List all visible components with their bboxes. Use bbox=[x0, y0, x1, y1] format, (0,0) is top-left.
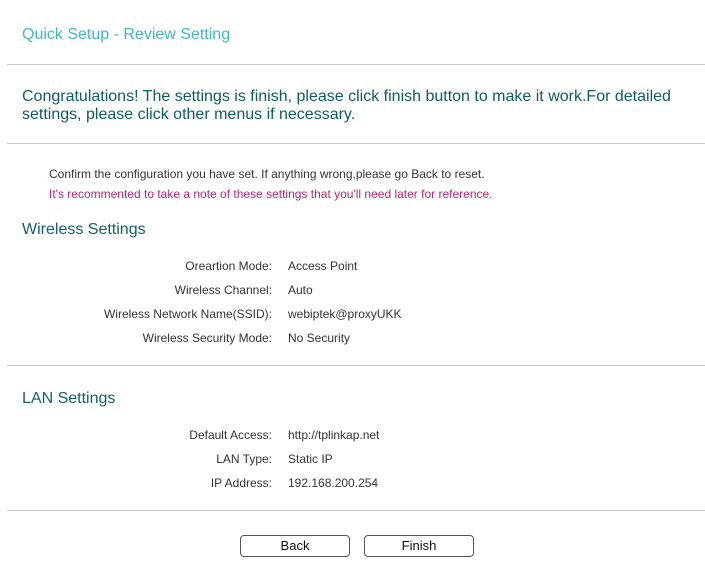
setting-row-security-mode: Wireless Security Mode: No Security bbox=[0, 331, 705, 349]
setting-row-default-access: Default Access: http://tplinkap.net bbox=[0, 428, 705, 446]
confirm-note: Confirm the configuration you have set. … bbox=[49, 167, 485, 181]
setting-row-ssid: Wireless Network Name(SSID): webiptek@pr… bbox=[0, 307, 705, 325]
setting-label: Wireless Security Mode: bbox=[142, 331, 272, 345]
setting-label: Wireless Network Name(SSID): bbox=[103, 307, 272, 321]
finish-button[interactable]: Finish bbox=[364, 535, 474, 557]
lan-settings-title: LAN Settings bbox=[22, 390, 116, 407]
setting-value: Auto bbox=[288, 283, 313, 297]
setting-row-operation-mode: Oreartion Mode: Access Point bbox=[0, 259, 705, 277]
wireless-settings-title: Wireless Settings bbox=[22, 221, 146, 238]
wireless-divider bbox=[7, 365, 705, 366]
lan-divider bbox=[7, 510, 705, 511]
setting-label: Oreartion Mode: bbox=[185, 259, 272, 273]
setting-row-ip-address: IP Address: 192.168.200.254 bbox=[0, 476, 705, 494]
congratulations-message: Congratulations! The settings is finish,… bbox=[22, 88, 671, 123]
setting-label: Default Access: bbox=[189, 428, 272, 442]
setting-label: LAN Type: bbox=[216, 452, 272, 466]
setting-value: Access Point bbox=[288, 259, 358, 273]
setting-label: Wireless Channel: bbox=[174, 283, 272, 297]
setting-value: 192.168.200.254 bbox=[288, 476, 379, 490]
setting-value: No Security bbox=[288, 331, 351, 345]
setting-value: http://tplinkap.net bbox=[288, 428, 380, 442]
setting-row-wireless-channel: Wireless Channel: Auto bbox=[0, 283, 705, 301]
page-title: Quick Setup - Review Setting bbox=[22, 26, 231, 43]
setting-label: IP Address: bbox=[210, 476, 272, 490]
setting-value: webiptek@proxyUKK bbox=[288, 307, 402, 321]
header-divider bbox=[7, 64, 705, 65]
setting-row-lan-type: LAN Type: Static IP bbox=[0, 452, 705, 470]
back-button[interactable]: Back bbox=[240, 535, 350, 557]
setting-value: Static IP bbox=[288, 452, 333, 466]
recommend-note: It's recommented to take a note of these… bbox=[49, 187, 493, 201]
intro-divider bbox=[7, 143, 705, 144]
